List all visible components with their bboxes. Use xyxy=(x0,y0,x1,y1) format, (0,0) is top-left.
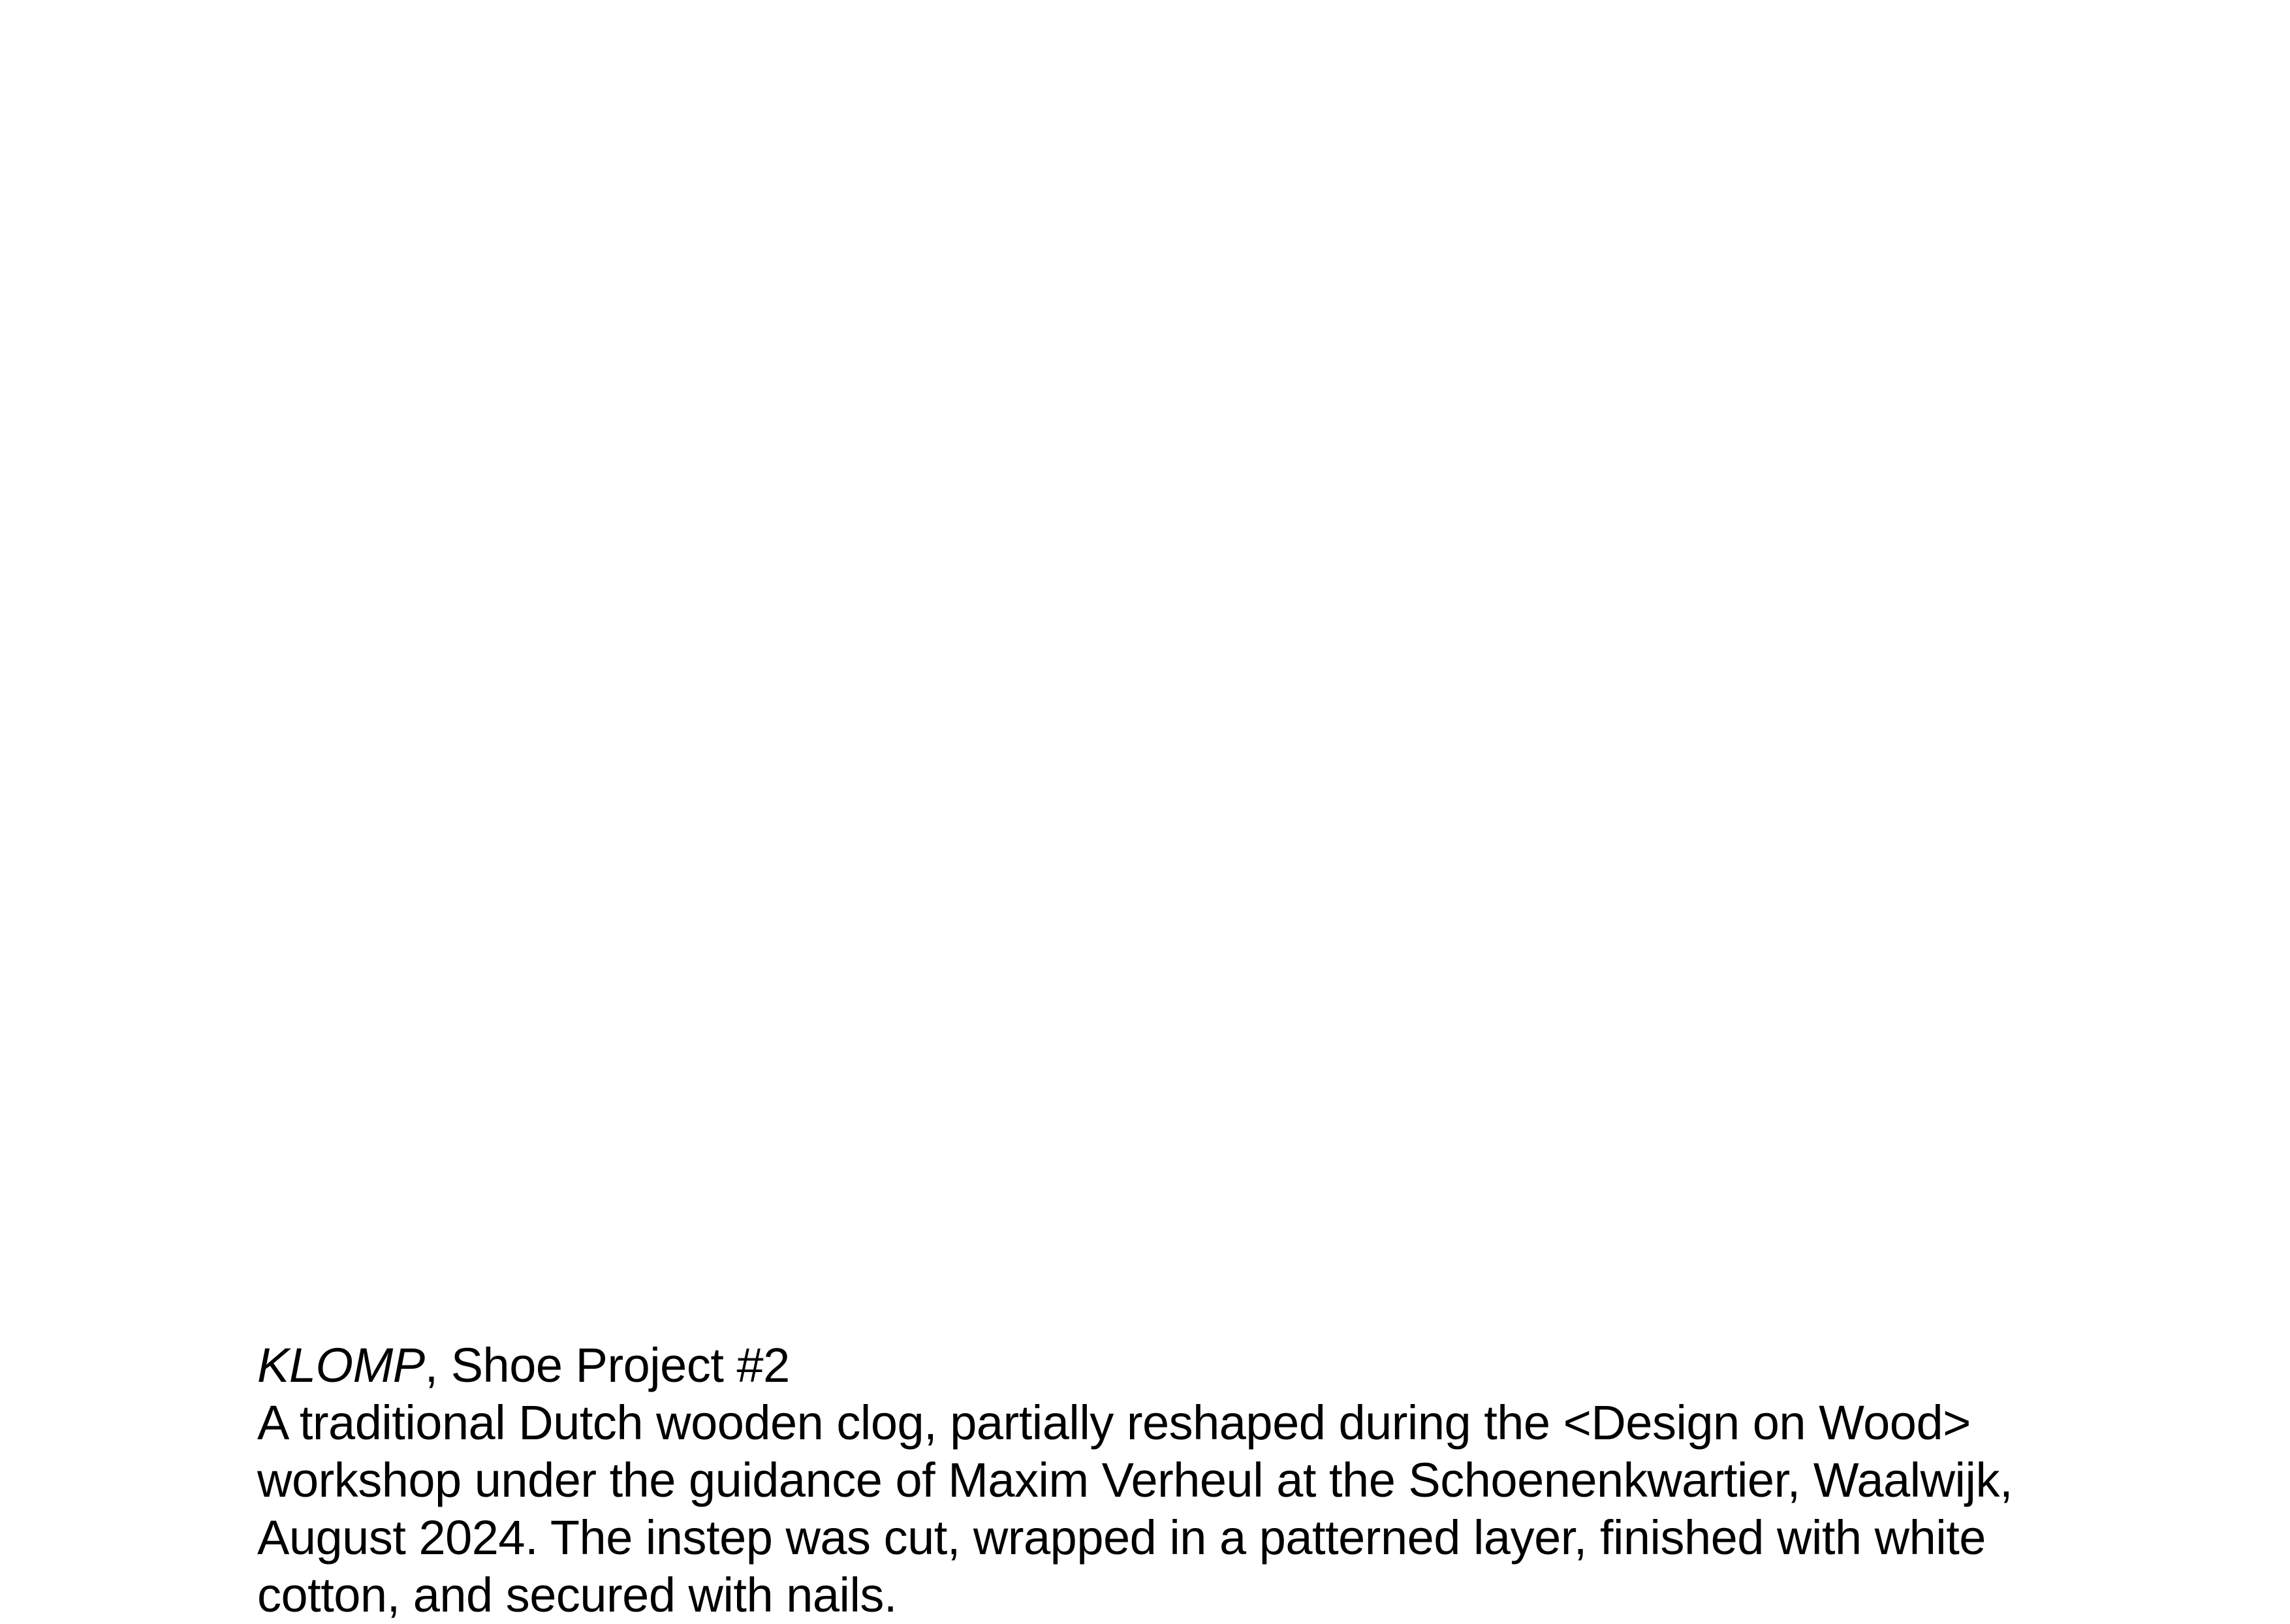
description-line: A traditional Dutch wooden clog, partial… xyxy=(257,1396,1971,1450)
artwork-caption: KLOMP, Shoe Project #2 A traditional Dut… xyxy=(257,1337,2085,1624)
caption-title: KLOMP, Shoe Project #2 xyxy=(257,1337,2085,1394)
work-title: KLOMP xyxy=(257,1338,425,1392)
description-line: cotton, and secured with nails. xyxy=(257,1568,897,1622)
caption-description: A traditional Dutch wooden clog, partial… xyxy=(257,1394,2085,1624)
description-line: workshop under the guidance of Maxim Ver… xyxy=(257,1453,2013,1507)
description-line: August 2024. The instep was cut, wrapped… xyxy=(257,1510,1986,1565)
title-suffix: , Shoe Project #2 xyxy=(424,1338,791,1392)
